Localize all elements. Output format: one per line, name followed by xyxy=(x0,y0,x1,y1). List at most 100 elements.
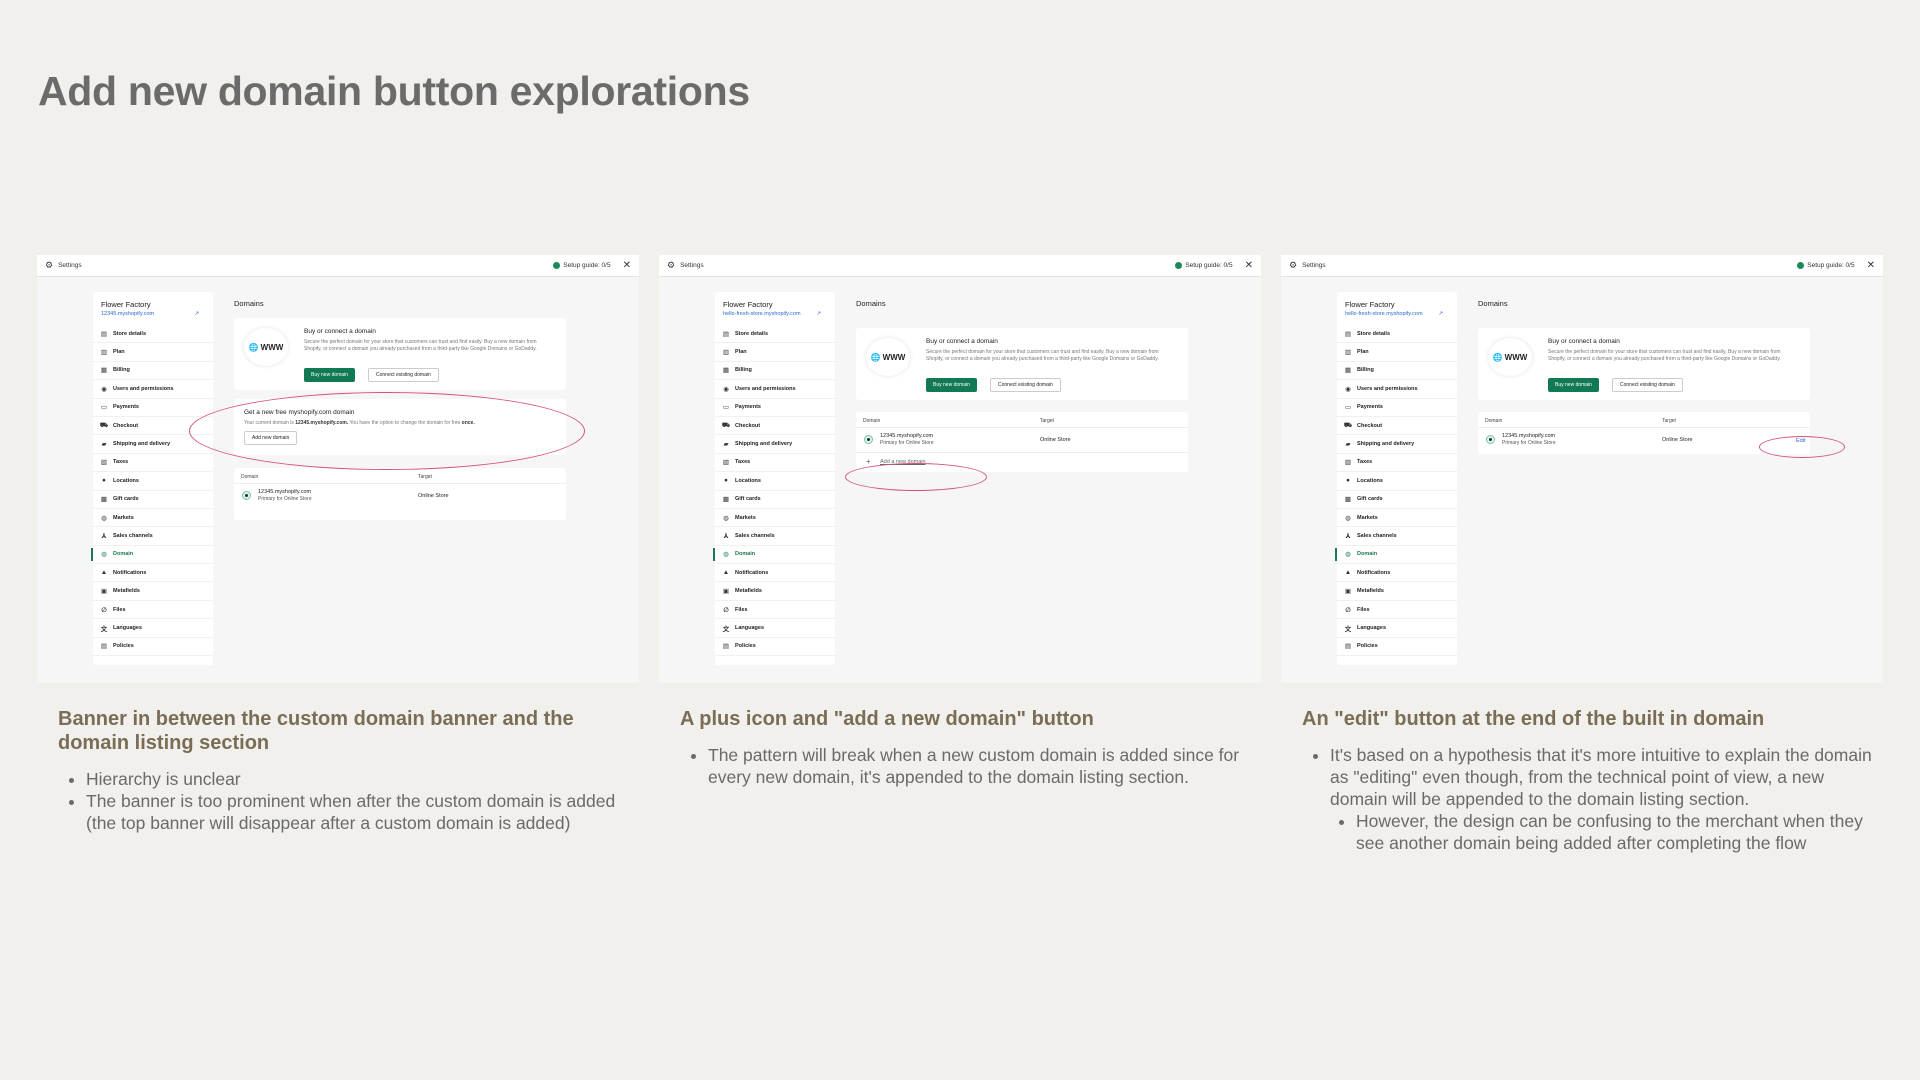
settings-label: Settings xyxy=(1302,262,1326,269)
taxes-icon: ▧ xyxy=(100,459,108,467)
sidebar-item-sales-channels[interactable]: ⅄ Sales channels xyxy=(93,527,213,546)
sidebar-item-payments[interactable]: ▭ Payments xyxy=(93,399,213,417)
setup-guide-button[interactable]: Setup guide: 0/5 xyxy=(1175,262,1233,269)
sidebar-item-plan[interactable]: ▥ Plan xyxy=(715,343,835,362)
sidebar-item-shipping-and-delivery[interactable]: ▰ Shipping and delivery xyxy=(715,435,835,454)
domain-icon: ◍ xyxy=(1345,551,1351,559)
sidebar-item-languages[interactable]: 文 Languages xyxy=(93,619,213,638)
close-icon[interactable]: ✕ xyxy=(623,260,631,271)
sidebar-item-files[interactable]: ∅ Files xyxy=(1337,601,1457,620)
sidebar-item-files[interactable]: ∅ Files xyxy=(93,601,213,620)
sidebar-item-label: Checkout xyxy=(735,422,761,429)
sidebar-item-users-and-permissions[interactable]: ◉ Users and permissions xyxy=(1337,380,1457,399)
sidebar-item-policies[interactable]: ▤ Policies xyxy=(93,638,213,657)
files-icon: ∅ xyxy=(1345,606,1351,614)
sidebar-item-gift-cards[interactable]: ▩ Gift cards xyxy=(1337,491,1457,509)
sidebar-item-store-details[interactable]: ▤ Store details xyxy=(93,325,213,344)
sidebar-item-label: Sales channels xyxy=(735,532,775,539)
store-url-link[interactable]: hello-fresh-store.myshopify.com ↗ xyxy=(715,311,835,317)
sidebar-item-billing[interactable]: ▦ Billing xyxy=(715,362,835,381)
location-icon: ● xyxy=(1346,477,1350,485)
settings-sidebar: Flower Factory hello-fresh-store.myshopi… xyxy=(713,292,835,665)
setup-guide-button[interactable]: Setup guide: 0/5 xyxy=(1797,262,1855,269)
sidebar-item-markets[interactable]: ◍ Markets xyxy=(1337,509,1457,528)
table-row[interactable]: 12345.myshopify.com Primary for Online St… xyxy=(856,428,1188,452)
store-url-link[interactable]: 12345.myshopify.com ↗ xyxy=(93,311,213,317)
sidebar-item-locations[interactable]: ● Locations xyxy=(1337,472,1457,491)
sidebar-item-taxes[interactable]: ▧ Taxes xyxy=(715,454,835,473)
sidebar-item-checkout[interactable]: ⛟ Checkout xyxy=(715,417,835,436)
sidebar-item-metafields[interactable]: ▣ Metafields xyxy=(93,582,213,601)
gear-icon: ⚙ xyxy=(45,260,54,270)
sidebar-item-locations[interactable]: ● Locations xyxy=(715,472,835,491)
sidebar-item-sales-channels[interactable]: ⅄ Sales channels xyxy=(715,527,835,546)
setup-guide-button[interactable]: Setup guide: 0/5 xyxy=(553,262,611,269)
gear-icon: ⚙ xyxy=(667,260,676,270)
sidebar-item-notifications[interactable]: ▲ Notifications xyxy=(93,564,213,583)
connect-existing-domain-button[interactable]: Connect existing domain xyxy=(990,378,1061,392)
cart-icon: ⛟ xyxy=(1343,422,1353,430)
connect-existing-domain-button[interactable]: Connect existing domain xyxy=(368,368,439,382)
table-row[interactable]: 12345.myshopify.com Primary for Online St… xyxy=(234,484,566,508)
store-name: Flower Factory xyxy=(1345,300,1395,309)
sidebar-item-label: Store details xyxy=(1357,330,1391,337)
sidebar-item-label: Notifications xyxy=(1357,569,1391,576)
sidebar-item-languages[interactable]: 文 Languages xyxy=(715,619,835,638)
store-url-link[interactable]: hello-fresh-store.myshopify.com ↗ xyxy=(1337,311,1457,317)
sidebar-item-domain[interactable]: ◍ Domain xyxy=(1335,546,1457,565)
sidebar-item-taxes[interactable]: ▧ Taxes xyxy=(93,454,213,473)
www-label: WWW xyxy=(882,352,906,362)
sidebar-item-languages[interactable]: 文 Languages xyxy=(1337,619,1457,638)
sidebar-item-label: Files xyxy=(113,606,126,613)
sidebar-item-locations[interactable]: ● Locations xyxy=(93,472,213,491)
sidebar-item-users-and-permissions[interactable]: ◉ Users and permissions xyxy=(715,380,835,399)
sidebar-item-plan[interactable]: ▥ Plan xyxy=(1337,343,1457,362)
sidebar-item-store-details[interactable]: ▤ Store details xyxy=(715,325,835,344)
sidebar-item-domain[interactable]: ◍ Domain xyxy=(713,546,835,565)
sidebar-item-billing[interactable]: ▦ Billing xyxy=(1337,362,1457,381)
sidebar-item-policies[interactable]: ▤ Policies xyxy=(715,638,835,657)
sidebar-item-payments[interactable]: ▭ Payments xyxy=(715,399,835,417)
sidebar-item-gift-cards[interactable]: ▩ Gift cards xyxy=(715,491,835,509)
buy-new-domain-button[interactable]: Buy new domain xyxy=(304,368,355,382)
sidebar-item-label: Shipping and delivery xyxy=(735,441,793,448)
row-sub: Primary for Online Store xyxy=(880,439,934,446)
sidebar-item-metafields[interactable]: ▣ Metafields xyxy=(1337,582,1457,601)
caption-sub-bullet: However, the design can be confusing to … xyxy=(1356,810,1872,854)
sidebar-item-shipping-and-delivery[interactable]: ▰ Shipping and delivery xyxy=(1337,435,1457,454)
domain-status-icon xyxy=(1486,435,1495,444)
sidebar-item-label: Billing xyxy=(1357,367,1374,374)
sidebar-item-policies[interactable]: ▤ Policies xyxy=(1337,638,1457,657)
settings-label: Settings xyxy=(680,262,704,269)
sidebar-item-metafields[interactable]: ▣ Metafields xyxy=(715,582,835,601)
domain-name-cell: 12345.myshopify.com Primary for Online St… xyxy=(1502,433,1556,446)
files-icon: ∅ xyxy=(101,606,107,614)
sidebar-item-files[interactable]: ∅ Files xyxy=(715,601,835,620)
sidebar-item-markets[interactable]: ◍ Markets xyxy=(93,509,213,528)
languages-icon: 文 xyxy=(100,625,108,633)
sidebar-item-label: Sales channels xyxy=(1357,532,1397,539)
sidebar-item-domain[interactable]: ◍ Domain xyxy=(91,546,213,565)
close-icon[interactable]: ✕ xyxy=(1245,260,1253,271)
sidebar-item-checkout[interactable]: ⛟ Checkout xyxy=(1337,417,1457,436)
connect-existing-domain-button[interactable]: Connect existing domain xyxy=(1612,378,1683,392)
sidebar-item-gift-cards[interactable]: ▩ Gift cards xyxy=(93,491,213,509)
sidebar-item-taxes[interactable]: ▧ Taxes xyxy=(1337,454,1457,473)
sidebar-item-billing[interactable]: ▦ Billing xyxy=(93,362,213,381)
sidebar-item-label: Payments xyxy=(735,404,761,411)
caption-title: A plus icon and "add a new domain" butto… xyxy=(680,708,1094,730)
sidebar-item-notifications[interactable]: ▲ Notifications xyxy=(715,564,835,583)
sidebar-item-markets[interactable]: ◍ Markets xyxy=(715,509,835,528)
sidebar-item-notifications[interactable]: ▲ Notifications xyxy=(1337,564,1457,583)
gift-icon: ▩ xyxy=(722,496,730,504)
sidebar-item-users-and-permissions[interactable]: ◉ Users and permissions xyxy=(93,380,213,399)
buy-new-domain-button[interactable]: Buy new domain xyxy=(926,378,977,392)
sidebar-item-store-details[interactable]: ▤ Store details xyxy=(1337,325,1457,344)
buy-connect-title: Buy or connect a domain xyxy=(1548,338,1620,345)
plan-icon: ▥ xyxy=(100,349,108,357)
close-icon[interactable]: ✕ xyxy=(1867,260,1875,271)
sidebar-item-payments[interactable]: ▭ Payments xyxy=(1337,399,1457,417)
sidebar-item-plan[interactable]: ▥ Plan xyxy=(93,343,213,362)
buy-new-domain-button[interactable]: Buy new domain xyxy=(1548,378,1599,392)
sidebar-item-sales-channels[interactable]: ⅄ Sales channels xyxy=(1337,527,1457,546)
